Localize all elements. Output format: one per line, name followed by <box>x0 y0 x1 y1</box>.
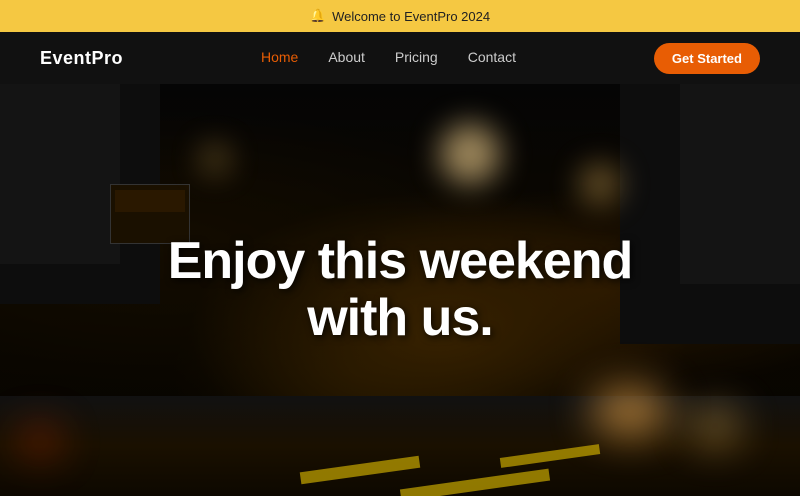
nav-link-contact[interactable]: Contact <box>468 49 516 65</box>
nav-item-contact[interactable]: Contact <box>468 49 516 67</box>
logo: EventPro <box>40 48 123 69</box>
nav-links: Home About Pricing Contact <box>261 49 516 67</box>
street <box>0 396 800 496</box>
bell-icon: 🔔 <box>310 8 326 24</box>
hero-heading: Enjoy this weekend with us. <box>168 233 633 347</box>
nav-link-pricing[interactable]: Pricing <box>395 49 438 65</box>
announcement-text: Welcome to EventPro 2024 <box>332 9 490 24</box>
announcement-bar: 🔔 Welcome to EventPro 2024 <box>0 0 800 32</box>
navbar: EventPro Home About Pricing Contact Get … <box>0 32 800 84</box>
hero-heading-line2: with us. <box>307 289 493 347</box>
nav-link-about[interactable]: About <box>328 49 365 65</box>
hero-heading-line1: Enjoy this weekend <box>168 232 633 290</box>
nav-link-home[interactable]: Home <box>261 49 298 65</box>
nav-item-pricing[interactable]: Pricing <box>395 49 438 67</box>
nav-item-about[interactable]: About <box>328 49 365 67</box>
get-started-button[interactable]: Get Started <box>654 43 760 74</box>
hero-section: Enjoy this weekend with us. <box>0 84 800 496</box>
hero-content: Enjoy this weekend with us. <box>168 233 633 347</box>
nav-item-home[interactable]: Home <box>261 49 298 67</box>
